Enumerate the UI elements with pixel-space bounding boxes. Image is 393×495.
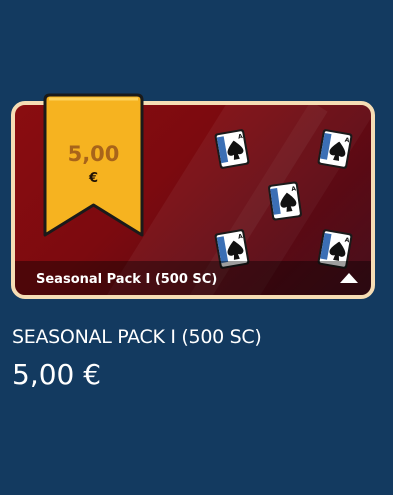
ace-of-spades-card-icon: A: [315, 126, 355, 171]
ribbon-currency: €: [88, 171, 99, 186]
pack-card-label: Seasonal Pack I (500 SC): [36, 272, 218, 287]
ribbon-shape: [43, 93, 144, 237]
caret-up-icon[interactable]: [340, 273, 358, 283]
pack-price: 5,00 €: [12, 358, 102, 391]
price-ribbon: 5,00 €: [42, 92, 145, 242]
ace-of-spades-card-icon: A: [265, 179, 304, 223]
ace-of-spades-card-icon: A: [212, 126, 252, 171]
card-footer-bar: Seasonal Pack I (500 SC): [15, 261, 371, 295]
ribbon-amount: 5,00: [67, 142, 120, 166]
pack-title: SEASONAL PACK I (500 SC): [12, 326, 262, 348]
